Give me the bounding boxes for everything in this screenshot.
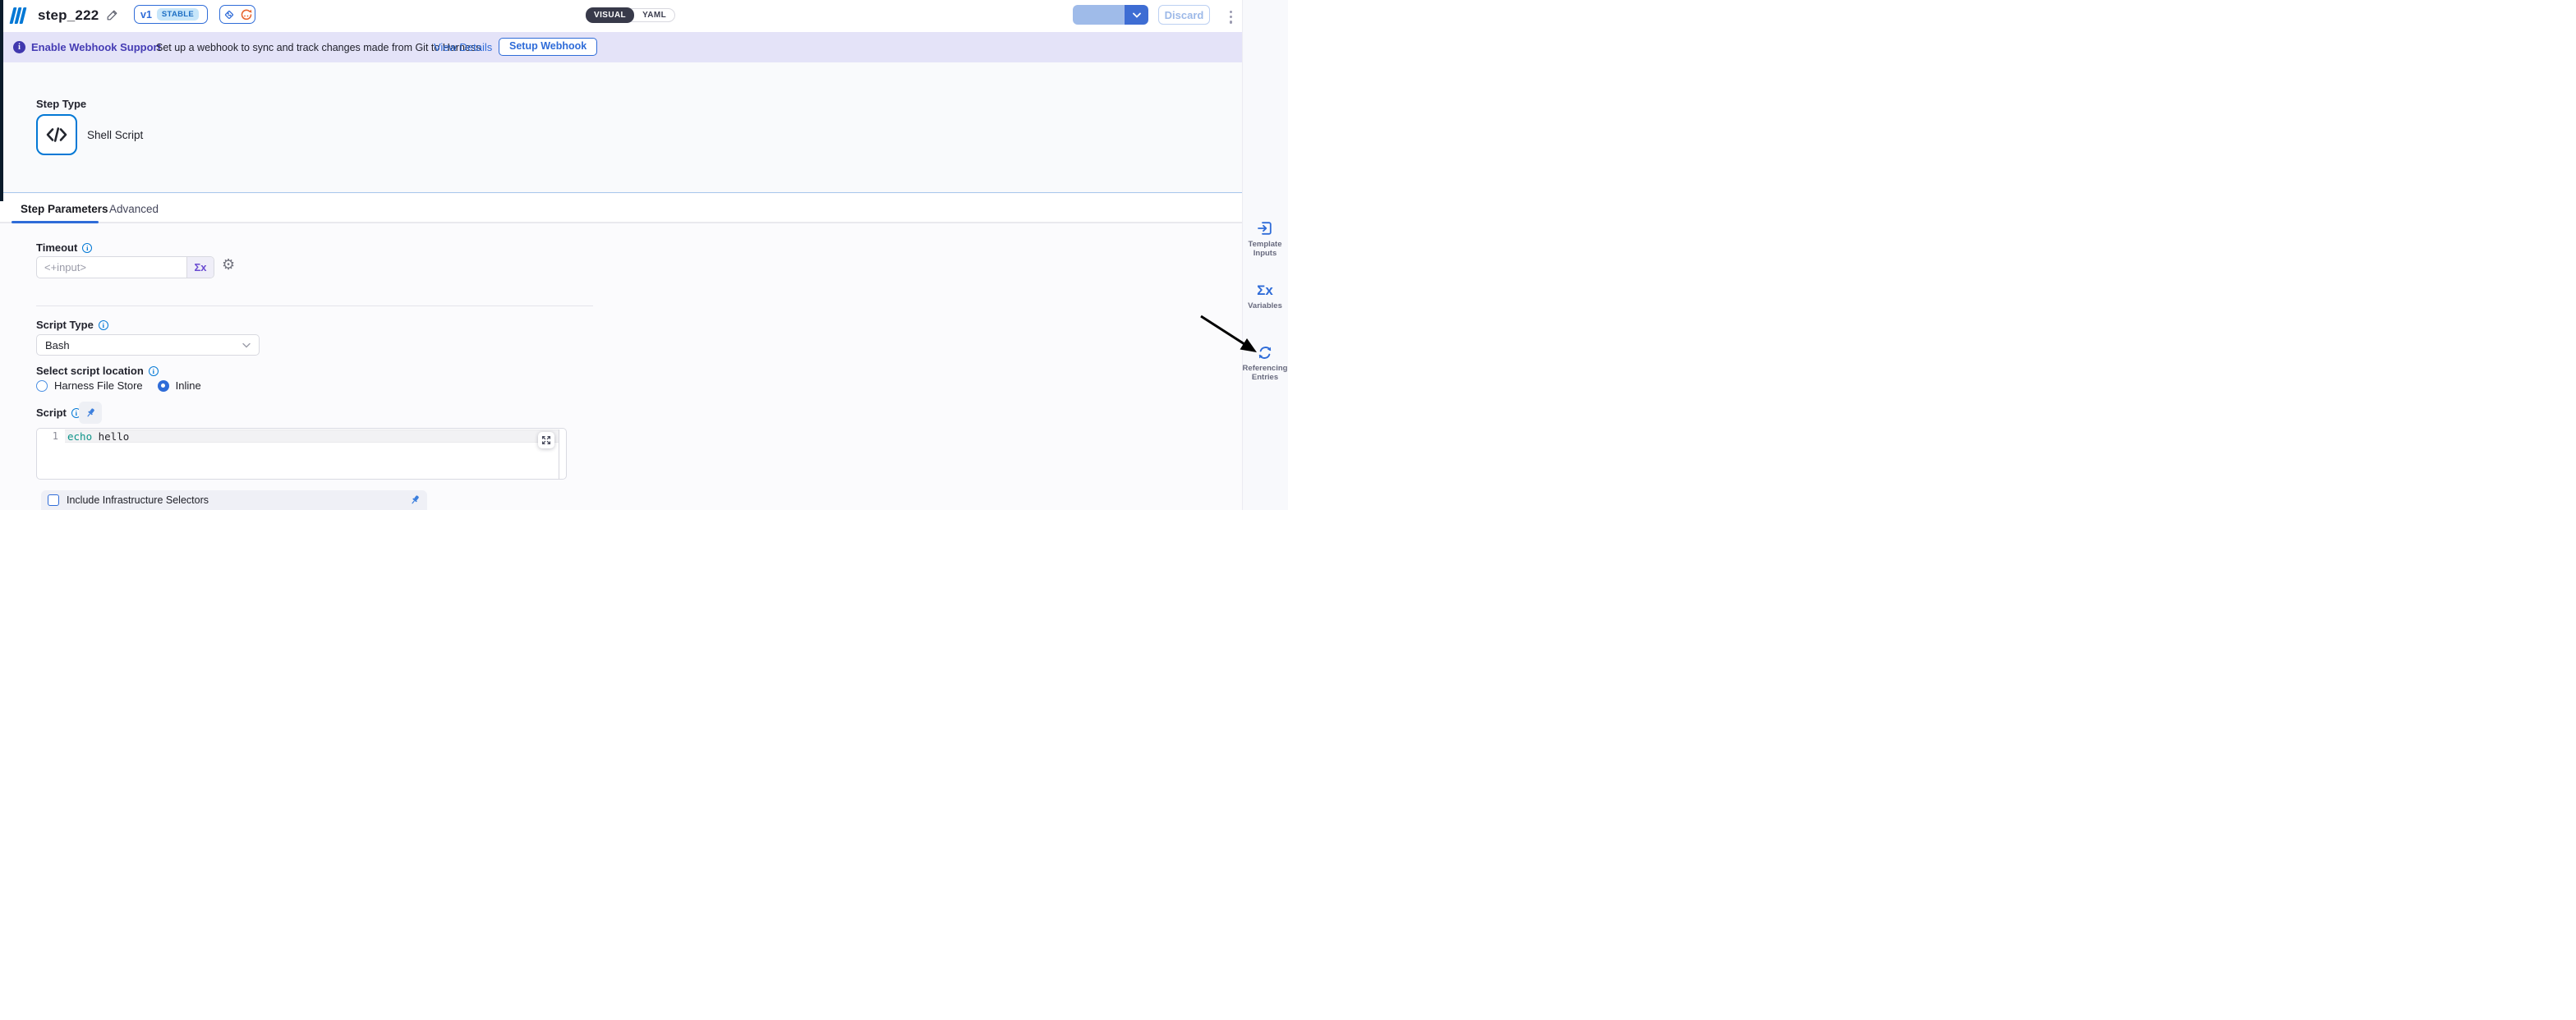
save-split-button: Save bbox=[1073, 5, 1148, 25]
banner-message: Set up a webhook to sync and track chang… bbox=[156, 42, 481, 53]
visual-yaml-toggle: VISUAL YAML bbox=[586, 8, 675, 22]
template-inputs-icon bbox=[1257, 220, 1274, 237]
active-line-highlight bbox=[65, 430, 559, 443]
rail-label: Variables bbox=[1242, 302, 1288, 311]
tab-bar bbox=[0, 194, 1242, 223]
header-bar: step_222 v1 STABLE VISUAL YAML Save Disc bbox=[0, 0, 1242, 32]
info-icon: i bbox=[13, 41, 25, 53]
code-icon bbox=[45, 126, 68, 143]
info-icon[interactable]: i bbox=[99, 320, 108, 330]
git-icon bbox=[223, 8, 236, 21]
radio-label-file-store[interactable]: Harness File Store bbox=[54, 379, 143, 392]
include-infra-checkbox[interactable] bbox=[48, 494, 59, 506]
chevron-down-icon bbox=[242, 342, 251, 348]
tab-step-parameters[interactable]: Step Parameters bbox=[21, 203, 108, 215]
save-options-button[interactable] bbox=[1124, 5, 1148, 25]
setup-webhook-button[interactable]: Setup Webhook bbox=[499, 38, 597, 56]
info-icon[interactable]: i bbox=[82, 243, 92, 253]
step-type-card[interactable] bbox=[36, 114, 77, 155]
version-label: v1 bbox=[140, 9, 152, 21]
left-nav-edge bbox=[0, 0, 3, 201]
banner-title: Enable Webhook Support bbox=[31, 41, 161, 53]
step-type-value: Shell Script bbox=[87, 129, 143, 141]
pin-infra-button[interactable] bbox=[409, 494, 421, 506]
expand-editor-button[interactable] bbox=[538, 432, 554, 448]
tab-advanced[interactable]: Advanced bbox=[109, 203, 159, 215]
pin-icon bbox=[409, 494, 421, 506]
stable-badge: STABLE bbox=[157, 8, 199, 21]
gear-icon[interactable]: ⚙ bbox=[222, 257, 235, 272]
script-label: Scripti bbox=[36, 407, 81, 419]
radio-label-inline[interactable]: Inline bbox=[176, 379, 201, 392]
rail-item-template-inputs[interactable]: TemplateInputs bbox=[1242, 220, 1288, 258]
script-type-select[interactable]: Bash bbox=[36, 334, 260, 356]
code-argument: hello bbox=[92, 430, 129, 443]
line-number: 1 bbox=[37, 430, 58, 442]
info-icon[interactable]: i bbox=[149, 366, 159, 376]
save-button[interactable]: Save bbox=[1073, 5, 1124, 25]
kebab-menu-icon[interactable] bbox=[1226, 9, 1235, 25]
code-line: echo hello bbox=[67, 430, 129, 443]
code-keyword: echo bbox=[67, 430, 92, 443]
rail-item-variables[interactable]: Σx Variables bbox=[1242, 283, 1288, 311]
variables-icon: Σx bbox=[1242, 283, 1288, 298]
include-infra-selectors-row: Include Infrastructure Selectors bbox=[41, 490, 427, 510]
webhook-banner: i Enable Webhook Support Set up a webhoo… bbox=[0, 32, 1242, 62]
edit-title-icon[interactable] bbox=[106, 9, 118, 21]
git-sync-status-group[interactable] bbox=[219, 5, 255, 24]
script-location-label: Select script locationi bbox=[36, 365, 159, 377]
view-details-link[interactable]: View Details bbox=[434, 41, 492, 53]
pin-script-button[interactable] bbox=[79, 402, 102, 424]
timeout-value: <+input> bbox=[37, 257, 186, 278]
pin-icon bbox=[85, 407, 96, 419]
toggle-yaml[interactable]: YAML bbox=[634, 8, 674, 22]
script-type-label: Script Typei bbox=[36, 319, 108, 331]
script-location-options: Harness File Store Inline bbox=[36, 379, 201, 392]
harness-logo-icon bbox=[12, 7, 25, 24]
include-infra-label: Include Infrastructure Selectors bbox=[67, 494, 409, 506]
script-type-value: Bash bbox=[45, 339, 70, 351]
step-type-label: Step Type bbox=[36, 98, 86, 110]
rail-label: TemplateInputs bbox=[1242, 241, 1288, 258]
rail-label: ReferencingEntries bbox=[1242, 365, 1288, 382]
expand-icon bbox=[541, 435, 551, 445]
chevron-down-icon bbox=[1133, 12, 1141, 18]
referencing-entries-icon bbox=[1257, 345, 1273, 361]
timeout-input[interactable]: <+input> Σx bbox=[36, 256, 214, 278]
rail-item-referencing-entries[interactable]: ReferencingEntries bbox=[1242, 345, 1288, 382]
step-type-section bbox=[0, 62, 1242, 193]
page-title: step_222 bbox=[38, 7, 99, 24]
discard-button[interactable]: Discard bbox=[1158, 5, 1210, 25]
radio-inline[interactable] bbox=[158, 380, 169, 392]
script-code-editor[interactable]: 1 echo hello bbox=[36, 428, 567, 480]
toggle-visual[interactable]: VISUAL bbox=[586, 7, 634, 23]
version-selector[interactable]: v1 STABLE bbox=[134, 5, 208, 24]
timer-icon bbox=[240, 8, 253, 21]
timeout-label: Timeouti bbox=[36, 241, 92, 254]
active-tab-indicator bbox=[12, 221, 99, 223]
expression-toggle-button[interactable]: Σx bbox=[186, 257, 214, 278]
radio-harness-file-store[interactable] bbox=[36, 380, 48, 392]
